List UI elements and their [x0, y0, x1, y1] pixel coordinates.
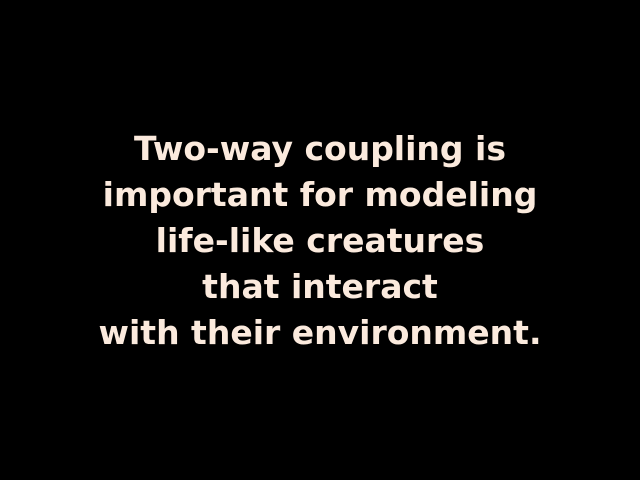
slide: Two-way coupling is important for modeli… — [0, 0, 640, 480]
caption-line-1: Two-way coupling is — [133, 129, 506, 168]
caption-line-5: with their environment. — [98, 313, 542, 352]
caption-line-3: life-like creatures — [155, 221, 485, 260]
caption-text: Two-way coupling is important for modeli… — [0, 126, 640, 356]
caption-line-2: important for modeling — [102, 175, 538, 214]
caption-line-4: that interact — [202, 267, 438, 306]
